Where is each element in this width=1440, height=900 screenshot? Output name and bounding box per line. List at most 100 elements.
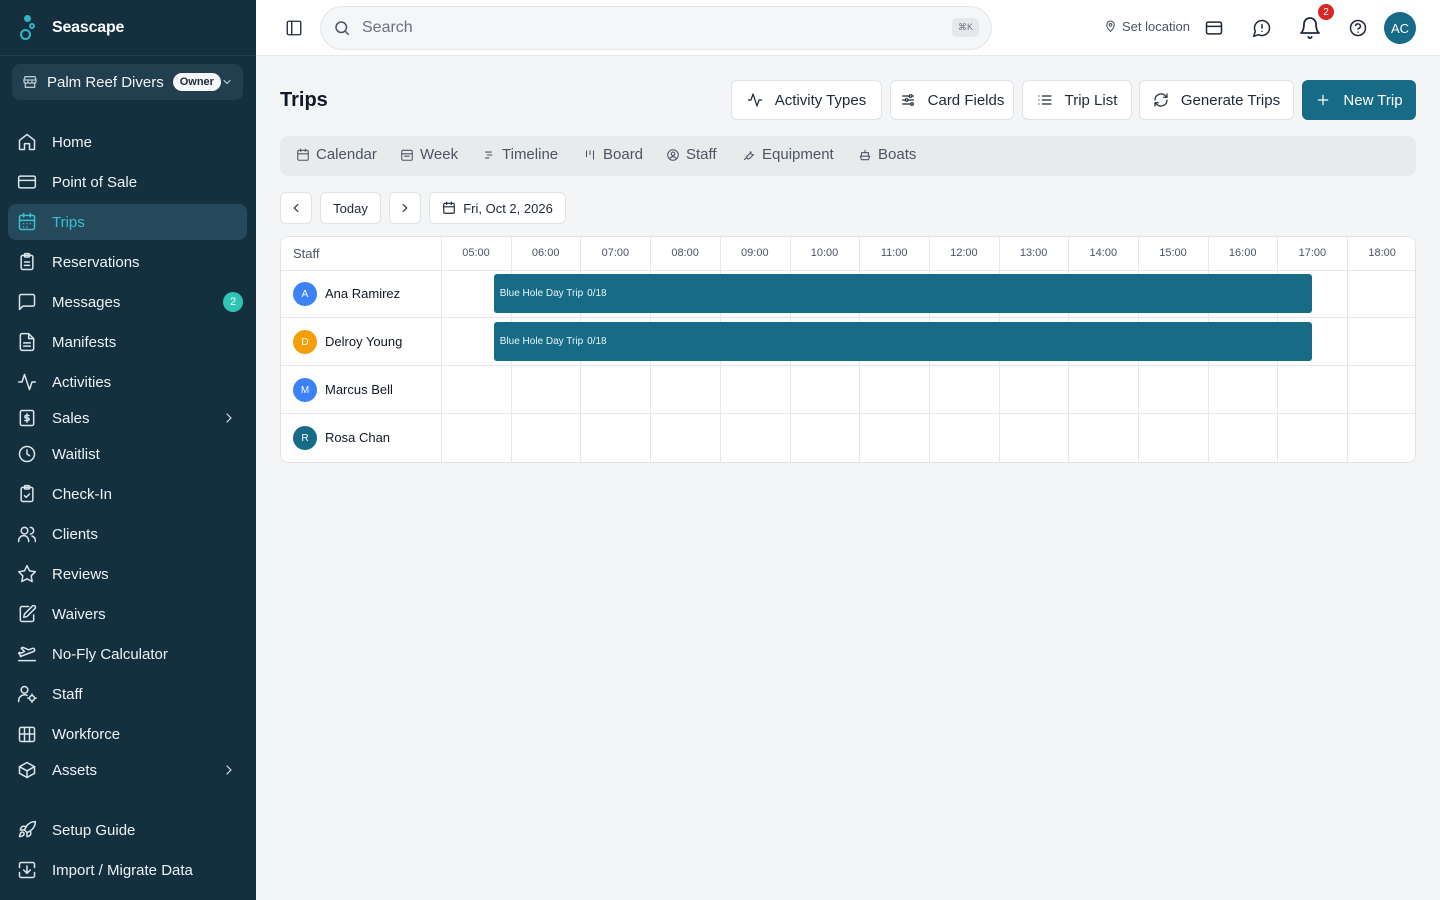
staff-name[interactable]: Delroy Young [325,334,402,349]
clipboard-check-icon [20,484,34,503]
hour-label: 10:00 [810,247,839,259]
plus-icon [1318,94,1329,106]
sidebar-item-workforce[interactable]: Workforce [8,716,247,752]
sidebar-item-activities[interactable]: Activities [8,364,247,400]
trip-title: Blue Hole Day Trip [499,288,584,299]
building-icon [18,726,36,743]
sidebar-item-staff[interactable]: Staff [8,676,247,712]
seascape-logo-icon [20,14,40,41]
activity-icon [747,93,763,107]
brand-name: Seascape [52,18,125,36]
sidebar-toggle-button[interactable] [285,19,303,37]
hour-label: 05:00 [462,247,490,259]
tab-week[interactable]: Week [400,146,458,163]
help-circle-icon [1349,19,1367,37]
search-input[interactable] [362,19,922,37]
messages-count-badge: 2 [223,292,243,312]
tab-equipment[interactable]: Equipment [742,146,834,163]
sidebar-item-label: No-Fly Calculator [52,645,168,663]
sidebar-item-home[interactable]: Home [8,124,247,160]
list-icon [1037,95,1052,105]
new-trip-button[interactable]: New Trip [1302,80,1416,120]
card-fields-label: Card Fields [927,91,1005,109]
sidebar-item-label: Clients [52,525,98,543]
date-picker-button[interactable]: Fri, Oct 2, 2026 [429,192,566,224]
panel-left-icon [286,20,302,36]
wrench-icon [743,150,755,160]
activity-types-label: Activity Types [774,91,867,109]
staff-row: M Marcus Bell [281,366,1415,414]
hour-label: 14:00 [1089,247,1118,259]
staff-name[interactable]: Marcus Bell [325,382,393,397]
activity-types-button[interactable]: Activity Types [731,80,882,120]
trip-bar[interactable]: Blue Hole Day Trip 0/18 [493,274,1313,313]
user-avatar[interactable]: AC [1384,12,1416,44]
kanban-icon [585,149,595,160]
sidebar-item-waivers[interactable]: Waivers [8,596,247,632]
help-button[interactable] [1348,18,1368,38]
sidebar-item-waitlist[interactable]: Waitlist [8,436,247,472]
today-button[interactable]: Today [320,192,381,224]
sidebar-item-no-fly-calculator[interactable]: No-Fly Calculator [8,636,247,672]
search-shortcut-hint: ⌘K [951,18,979,37]
notifications-button[interactable] [1298,16,1322,40]
staff-row: D Delroy Young Blue Hole Day Trip 0/18 [281,318,1415,366]
calendar-week-icon [401,149,413,161]
next-day-button[interactable] [389,192,421,224]
hour-label: 12:00 [950,247,978,259]
calendar-icon [18,212,36,231]
brand[interactable]: Seascape [0,0,256,56]
sidebar-item-label: Home [52,133,93,151]
tab-staff[interactable]: Staff [666,146,717,163]
sidebar-item-label: Point of Sale [52,173,138,191]
sidebar-item-import-migrate[interactable]: Import / Migrate Data [8,852,247,888]
home-icon [18,133,36,151]
staff-timeline-grid: Staff 05:00 06:00 07:00 08:00 09:00 10:00 11:0… [280,236,1416,463]
staff-avatar: R [293,426,317,450]
staff-name[interactable]: Rosa Chan [325,430,390,445]
tab-timeline[interactable]: Timeline [482,146,558,163]
org-name: Palm Reef Divers [47,73,164,91]
trip-bar[interactable]: Blue Hole Day Trip 0/18 [493,322,1313,361]
sidebar-item-sales[interactable]: Sales [8,400,247,436]
tab-label: Boats [878,146,917,163]
hour-label: 16:00 [1228,247,1257,259]
staff-name[interactable]: Ana Ramirez [325,286,400,301]
tab-boats[interactable]: Boats [858,146,916,163]
page-title: Trips [280,89,328,111]
sidebar-item-check-in[interactable]: Check-In [8,476,247,512]
sidebar-item-reviews[interactable]: Reviews [8,556,247,592]
tab-board[interactable]: Board [583,146,643,163]
sidebar-item-assets[interactable]: Assets [8,752,247,788]
sidebar-item-reservations[interactable]: Reservations [8,244,247,280]
search-bar[interactable]: ⌘K [320,6,992,50]
ship-icon [859,149,871,160]
generate-trips-button[interactable]: Generate Trips [1139,80,1294,120]
sidebar-item-trips[interactable]: Trips [8,204,247,240]
trip-list-label: Trip List [1064,91,1118,109]
chat-button[interactable] [1252,18,1272,38]
hour-label: 15:00 [1159,247,1187,259]
view-tabs: Calendar Week Timeline Board Staff Equip… [280,136,1416,176]
set-location-button[interactable]: Set location [1104,19,1190,34]
trip-capacity: 0/18 [587,336,607,347]
org-switcher[interactable]: Palm Reef Divers Owner [12,64,243,100]
set-location-label: Set location [1122,19,1190,34]
trip-list-button[interactable]: Trip List [1022,80,1132,120]
card-fields-button[interactable]: Card Fields [890,80,1014,120]
sidebar-item-clients[interactable]: Clients [8,516,247,552]
hour-label: 07:00 [601,247,630,259]
sidebar-item-messages[interactable]: Messages 2 [8,284,247,320]
wallet-button[interactable] [1204,18,1224,38]
sidebar-item-label: Reviews [52,565,109,583]
prev-day-button[interactable] [280,192,312,224]
sidebar-item-point-of-sale[interactable]: Point of Sale [8,164,247,200]
tab-calendar[interactable]: Calendar [296,146,377,163]
import-icon [18,861,36,879]
timeline-icon [484,151,493,158]
sidebar-item-manifests[interactable]: Manifests [8,324,247,360]
tab-label: Board [603,146,644,163]
document-icon [19,332,35,352]
sidebar-item-label: Setup Guide [52,821,136,839]
sidebar-item-setup-guide[interactable]: Setup Guide [8,812,247,848]
